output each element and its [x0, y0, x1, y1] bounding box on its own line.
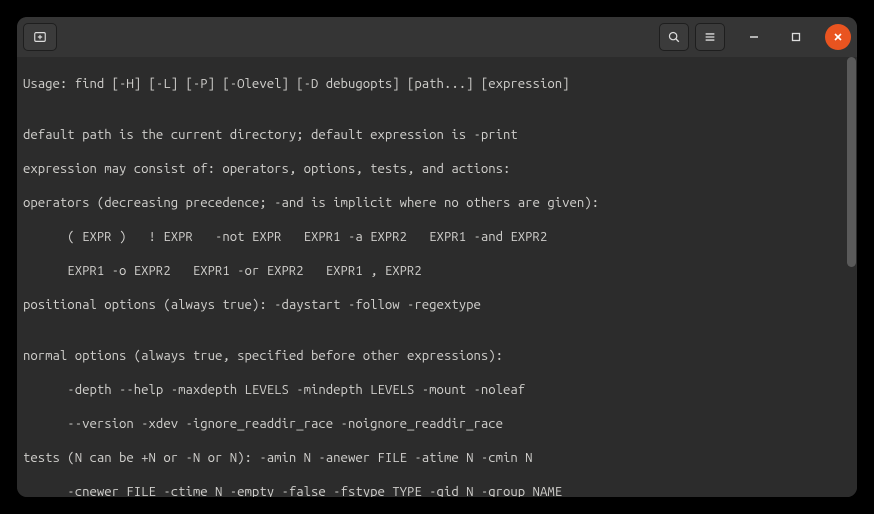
new-tab-icon — [33, 30, 47, 44]
titlebar — [17, 17, 857, 57]
menu-button[interactable] — [695, 23, 725, 51]
output-line: normal options (always true, specified b… — [23, 348, 851, 365]
output-line: operators (decreasing precedence; -and i… — [23, 195, 851, 212]
output-line: ( EXPR ) ! EXPR -not EXPR EXPR1 -a EXPR2… — [23, 229, 851, 246]
close-button[interactable] — [825, 24, 851, 50]
search-button[interactable] — [659, 23, 689, 51]
output-line: expression may consist of: operators, op… — [23, 161, 851, 178]
scrollbar[interactable] — [846, 57, 857, 497]
minimize-button[interactable] — [741, 24, 767, 50]
new-tab-button[interactable] — [23, 23, 57, 51]
output-line: Usage: find [-H] [-L] [-P] [-Olevel] [-D… — [23, 76, 851, 93]
search-icon — [667, 30, 681, 44]
terminal-window: Usage: find [-H] [-L] [-P] [-Olevel] [-D… — [17, 17, 857, 497]
terminal-output[interactable]: Usage: find [-H] [-L] [-P] [-Olevel] [-D… — [17, 57, 857, 497]
output-line: tests (N can be +N or -N or N): -amin N … — [23, 450, 851, 467]
output-line: -cnewer FILE -ctime N -empty -false -fst… — [23, 484, 851, 497]
output-line: default path is the current directory; d… — [23, 127, 851, 144]
scrollbar-thumb[interactable] — [847, 57, 856, 267]
maximize-icon — [791, 32, 801, 42]
output-line: EXPR1 -o EXPR2 EXPR1 -or EXPR2 EXPR1 , E… — [23, 263, 851, 280]
hamburger-icon — [703, 30, 717, 44]
minimize-icon — [749, 32, 759, 42]
output-line: -depth --help -maxdepth LEVELS -mindepth… — [23, 382, 851, 399]
maximize-button[interactable] — [783, 24, 809, 50]
output-line: --version -xdev -ignore_readdir_race -no… — [23, 416, 851, 433]
output-line: positional options (always true): -dayst… — [23, 297, 851, 314]
close-icon — [833, 32, 843, 42]
